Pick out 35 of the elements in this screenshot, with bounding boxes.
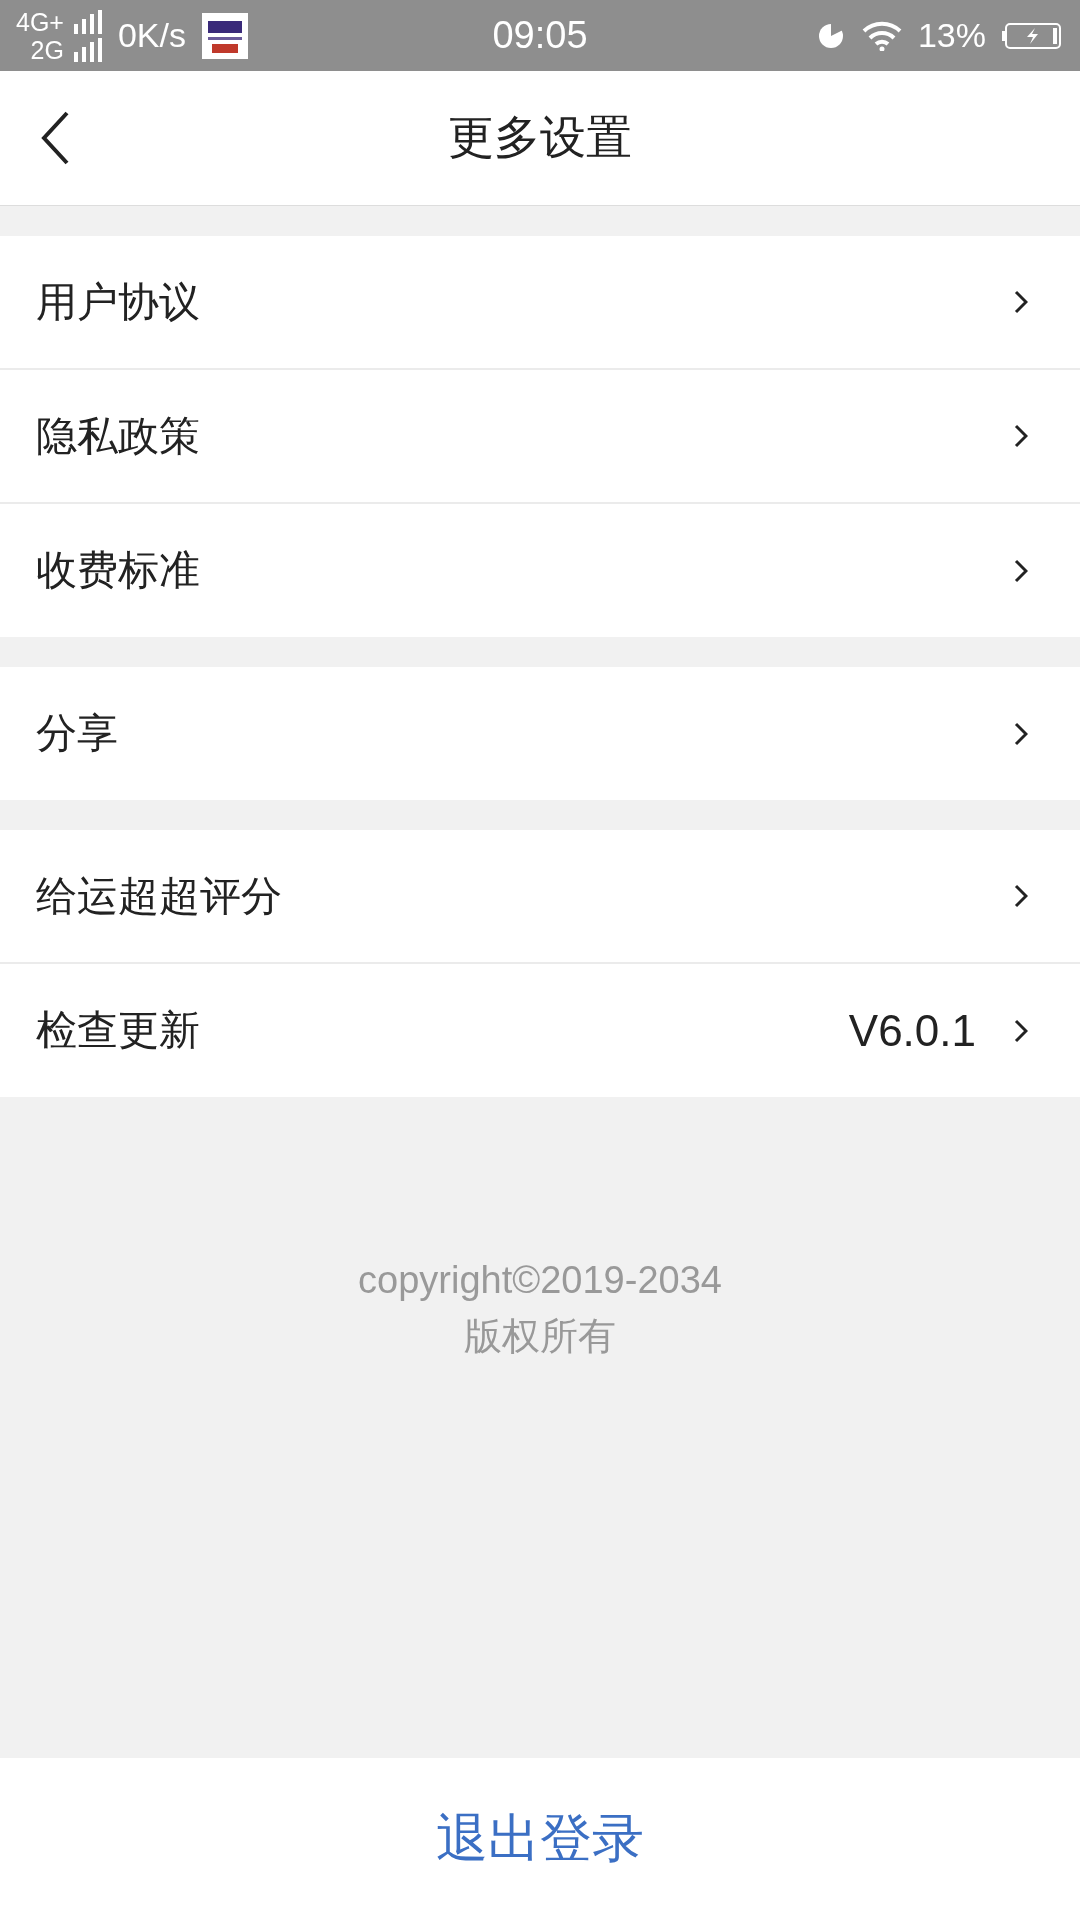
chevron-icon [1014,558,1028,583]
settings-row[interactable]: 隐私政策 [0,370,1080,504]
page-title: 更多设置 [448,109,632,166]
row-label: 分享 [36,708,119,759]
settings-row[interactable]: 用户协议 [0,236,1080,370]
chevron-icon [1014,424,1028,448]
row-label: 检查更新 [36,1005,201,1056]
settings-row[interactable]: 收费标准 [0,504,1080,637]
row-label: 给运超超评分 [36,870,283,922]
copyright-text: copyright©2019-2034 [358,1258,722,1303]
network-label: 2G [30,36,64,63]
network-speed: 0K/s [117,16,186,55]
settings-row[interactable]: 分享 [0,667,1080,800]
row-label: 隐私政策 [36,410,201,462]
settings-row[interactable]: 检查更新 V6.0.1 [0,964,1080,1097]
signal-icon [71,37,102,62]
chevron-icon [1014,721,1028,746]
chevron-icon [1014,1018,1028,1043]
battery-icon [1002,21,1064,50]
back-button[interactable] [40,111,70,165]
signal-icon [71,9,102,34]
network-label: 4G+ [16,8,64,35]
wifi-icon [861,20,902,51]
chevron-icon [1014,884,1028,908]
chevron-icon [1014,290,1028,314]
settings-row[interactable]: 给运超超评分 [0,830,1080,964]
row-label: 收费标准 [36,545,201,596]
back-icon [40,111,70,165]
version-label: V6.0.1 [848,1005,976,1056]
row-label: 用户协议 [36,276,201,328]
logout-button[interactable]: 退出登录 [426,1794,654,1884]
clock: 09:05 [492,14,588,57]
copyright-text: 版权所有 [464,1314,616,1359]
battery-percent: 13% [917,16,986,55]
app-icon [202,12,248,59]
